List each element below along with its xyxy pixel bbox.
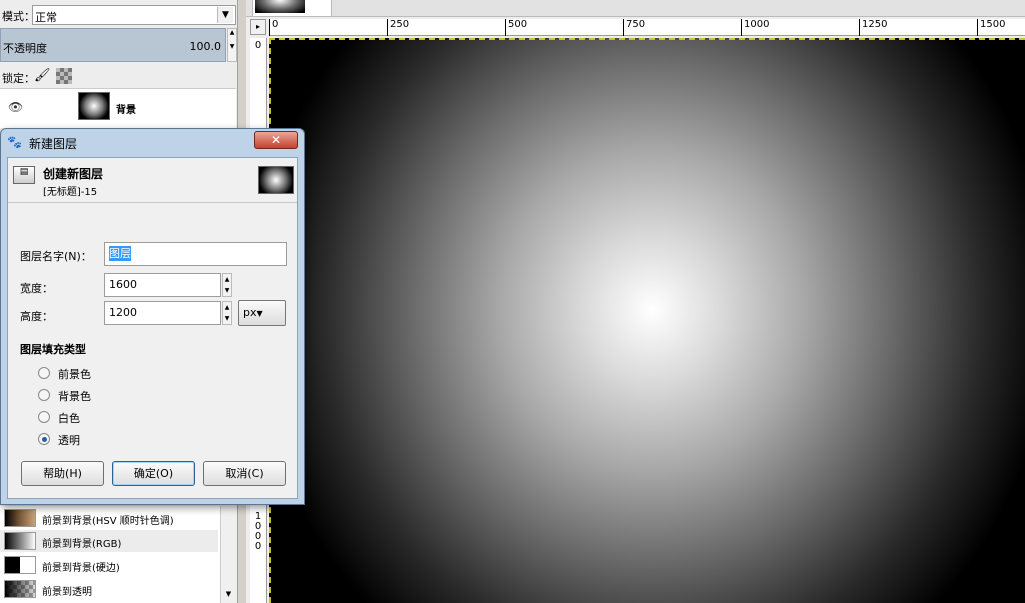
chevron-down-icon: ▼ (256, 309, 263, 318)
gradient-label: 前景到透明 (42, 587, 92, 598)
fill-option-label: 前景色 (58, 368, 91, 381)
ok-button[interactable]: 确定(O) (112, 461, 195, 486)
gradient-label: 前景到背景(硬边) (42, 563, 120, 574)
eye-icon[interactable]: 👁 (8, 100, 23, 114)
dialog-body: ▤ 创建新图层 [无标题]-15 图层名字(N)： 图层 宽度： 1600 ▲ ▼… (7, 157, 298, 499)
close-button[interactable]: ✕ (254, 131, 298, 149)
mode-select[interactable]: 正常 ▼ (32, 5, 236, 25)
gradient-item[interactable]: 前景到背景(RGB) (0, 530, 218, 552)
ruler-tick: 250 (387, 19, 409, 36)
new-layer-icon: ▤ (13, 166, 35, 184)
new-layer-dialog: 🐾 新建图层 ✕ ▤ 创建新图层 [无标题]-15 图层名字(N)： 图层 宽度… (0, 128, 305, 505)
gradient-item[interactable]: 前景到背景(硬边) (0, 554, 218, 576)
image-window: ▸ 0 250 500 750 1000 1250 1500 0 1 0 0 0 (246, 0, 1025, 603)
dialog-title: 新建图层 (29, 137, 78, 151)
ruler-tick: 0 (254, 40, 262, 51)
mode-value: 正常 (35, 11, 57, 24)
ruler-tick: 1000 (741, 19, 769, 36)
gradient-swatch (4, 532, 36, 550)
mode-row: 模式： 正常 ▼ (0, 2, 238, 26)
radio-button[interactable] (38, 411, 50, 423)
lock-label: 锁定： (2, 72, 35, 85)
radio-button[interactable] (38, 433, 50, 445)
opacity-value: 100.0 (189, 40, 222, 53)
lock-pixels-icon[interactable]: 🖌 (34, 68, 51, 84)
chevron-down-icon[interactable]: ▼ (217, 7, 233, 23)
canvas-area[interactable] (269, 38, 1025, 603)
dialog-titlebar[interactable]: 🐾 新建图层 ✕ (1, 129, 304, 155)
horizontal-ruler: 0 250 500 750 1000 1250 1500 (269, 19, 1025, 36)
gradient-swatch (4, 509, 36, 527)
unit-value: px (243, 306, 257, 319)
header-subtitle: [无标题]-15 (43, 187, 98, 198)
opacity-spinner[interactable]: ▲ ▼ (227, 28, 237, 62)
width-input[interactable]: 1600 (104, 273, 221, 297)
height-input[interactable]: 1200 (104, 301, 221, 325)
gradient-label: 前景到背景(HSV 顺时针色调) (42, 516, 174, 527)
lock-row: 锁定： 🖌 (0, 64, 238, 86)
quick-mask-icon[interactable]: ▸ (250, 19, 266, 35)
layer-name-value: 图层 (109, 246, 131, 261)
divider (8, 202, 297, 203)
gradient-item[interactable]: 前景到背景(HSV 顺时针色调) (0, 507, 218, 529)
gradient-item[interactable]: 前景到透明 (0, 578, 218, 600)
fill-type-title: 图层填充类型 (20, 343, 86, 356)
width-value: 1600 (109, 278, 137, 291)
ruler-tick: 1500 (977, 19, 1005, 36)
layer-name-label: 图层名字(N)： (20, 250, 92, 263)
gimp-icon: 🐾 (7, 135, 22, 149)
height-spinner[interactable]: ▲ ▼ (222, 301, 232, 325)
fill-option-label: 透明 (58, 434, 80, 447)
opacity-slider[interactable]: 不透明度 100.0 (0, 28, 226, 62)
image-tab-thumbnail (255, 0, 305, 13)
ruler-tick: 0 (254, 541, 262, 552)
ruler-tick: 0 (269, 19, 278, 36)
gradient-scrollbar[interactable]: ▼ (220, 506, 236, 603)
fill-option-label: 背景色 (58, 390, 91, 403)
image-canvas[interactable] (269, 38, 1025, 603)
width-spinner[interactable]: ▲ ▼ (222, 273, 232, 297)
width-label: 宽度： (20, 282, 53, 295)
image-tab[interactable] (252, 0, 332, 17)
header-title: 创建新图层 (43, 167, 104, 181)
layers-list: 👁 背景 (0, 88, 236, 128)
radio-button[interactable] (38, 389, 50, 401)
gradient-label: 前景到背景(RGB) (42, 539, 122, 550)
ruler-tick: 750 (623, 19, 645, 36)
height-label: 高度： (20, 310, 53, 323)
fill-option-label: 白色 (58, 412, 80, 425)
mode-label: 模式： (2, 10, 35, 23)
lock-alpha-icon[interactable] (56, 68, 72, 84)
ruler-tick: 1250 (859, 19, 887, 36)
image-thumbnail (258, 166, 294, 194)
radio-button[interactable] (38, 367, 50, 379)
help-button[interactable]: 帮助(H) (21, 461, 104, 486)
ruler-tick: 500 (505, 19, 527, 36)
opacity-label: 不透明度 (3, 42, 47, 55)
layer-row[interactable]: 👁 背景 (0, 89, 236, 125)
dialog-header: ▤ 创建新图层 [无标题]-15 (8, 158, 297, 198)
layer-name: 背景 (116, 105, 136, 116)
gradient-swatch (4, 556, 36, 574)
gradient-list: 前景到背景(HSV 顺时针色调) 前景到背景(RGB) 前景到背景(硬边) 前景… (0, 506, 236, 603)
layer-thumbnail (78, 92, 110, 120)
image-tabs (246, 0, 1025, 17)
cancel-button[interactable]: 取消(C) (203, 461, 286, 486)
gradient-swatch (4, 580, 36, 598)
unit-select[interactable]: px▼ (238, 300, 286, 326)
height-value: 1200 (109, 306, 137, 319)
layer-name-input[interactable]: 图层 (104, 242, 287, 266)
